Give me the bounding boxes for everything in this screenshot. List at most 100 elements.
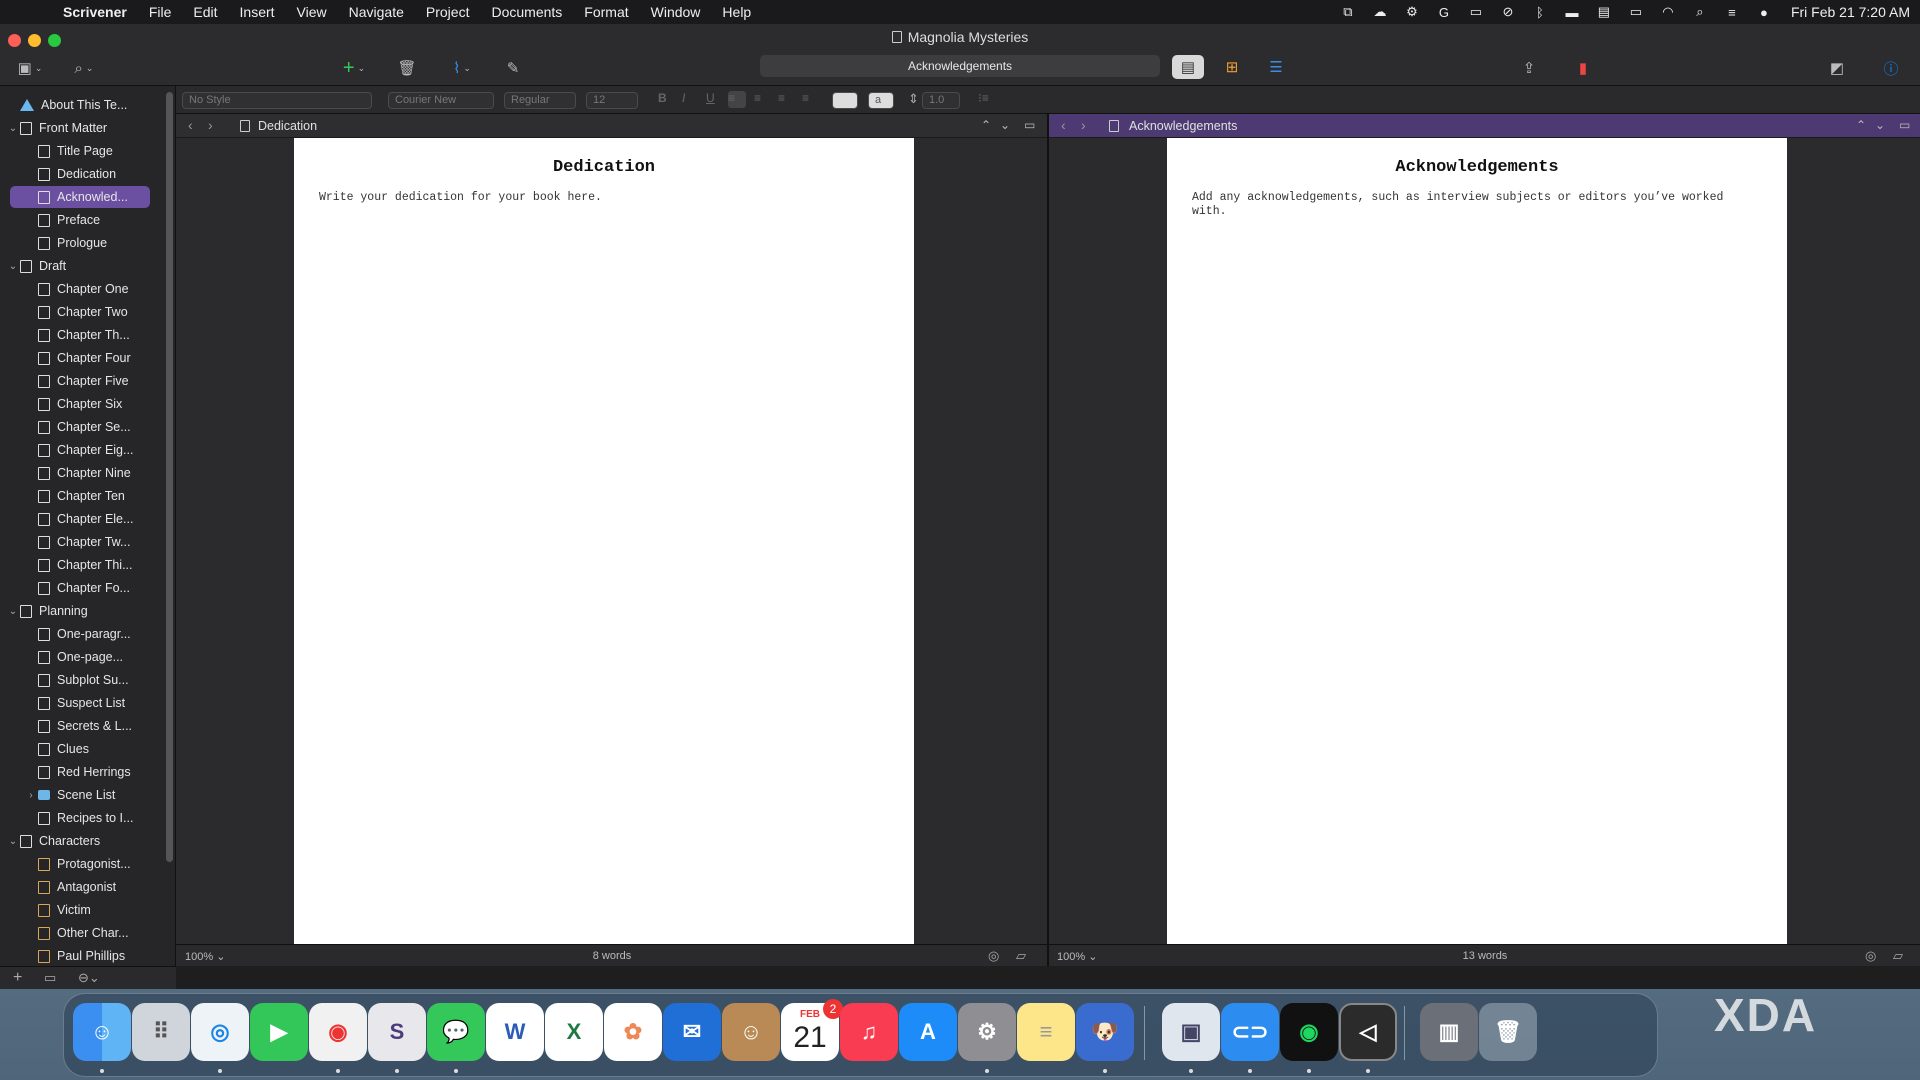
notes-icon[interactable]: ▱ [1016,948,1026,964]
binder-item[interactable]: Chapter Eig... [0,439,168,461]
add-item-icon[interactable]: + [13,969,22,987]
preview-icon[interactable]: ▣ [1162,1003,1220,1061]
binder-scrollbar[interactable] [166,92,173,862]
binder-item[interactable]: Chapter Nine [0,462,168,484]
grammarly-icon[interactable]: G [1435,5,1453,20]
binder-item[interactable]: Preface [0,209,168,231]
italic-button[interactable]: I [682,91,685,105]
highlight-color-well[interactable]: a [868,92,894,109]
binder-item[interactable]: Chapter Fo... [0,577,168,599]
menu-navigate[interactable]: Navigate [338,4,415,20]
left-page[interactable]: Dedication Write your dedication for you… [294,138,914,944]
binder-item[interactable]: Chapter Two [0,301,168,323]
font-family-select[interactable]: Courier New [388,92,494,109]
contacts-icon[interactable]: ☺ [722,1003,780,1061]
binder-item[interactable]: Title Page [0,140,168,162]
next-doc-icon[interactable]: ⌄ [1000,118,1010,132]
quick-search-field[interactable]: Acknowledgements [760,55,1160,77]
split-toggle-icon[interactable]: ▭ [1024,118,1035,132]
car-icon[interactable]: ▬ [1563,5,1581,20]
text-color-well[interactable] [832,92,858,109]
app-store-icon[interactable]: A [899,1003,957,1061]
launchpad-icon[interactable]: ⠿ [132,1003,190,1061]
photos-icon[interactable]: ✿ [604,1003,662,1061]
battery-icon[interactable]: ▭ [1627,4,1645,19]
binder-item[interactable]: Red Herrings [0,761,168,783]
gear-menu-icon[interactable]: ⚙ [1403,4,1421,19]
wifi-icon[interactable]: ◠ [1659,4,1677,19]
align-center-button[interactable]: ≡ [754,91,761,105]
attachment-button[interactable]: ⌇ ⌄ [444,56,480,80]
trash-button[interactable]: 🗑 [396,56,418,80]
align-right-button[interactable]: ≡ [778,91,785,105]
justify-button[interactable]: ≡ [802,91,809,105]
menu-help[interactable]: Help [711,4,762,20]
binder-item[interactable]: Victim [0,899,168,921]
binder-item[interactable]: ⌄ Planning [0,600,168,622]
menu-app-name[interactable]: Scrivener [52,4,138,20]
menu-file[interactable]: File [138,4,183,20]
binder-item[interactable]: About This Te... [0,94,168,116]
cloud-icon[interactable]: ☁ [1371,4,1389,19]
binder-item[interactable]: Other Char... [0,922,168,944]
word-icon[interactable]: W [486,1003,544,1061]
menu-format[interactable]: Format [573,4,639,20]
archive-icon[interactable]: ▥ [1420,1003,1478,1061]
binder-toggle-button[interactable]: ▣ ⌄ [12,56,48,80]
menu-edit[interactable]: Edit [182,4,228,20]
binder-item[interactable]: Chapter Se... [0,416,168,438]
right-zoom-select[interactable]: 100% ⌄ [1057,950,1097,963]
view-corkboard-button[interactable]: ⊞ [1216,55,1248,79]
finder-icon[interactable]: ☺ [73,1003,131,1061]
bluetooth-icon[interactable]: ᛒ [1531,5,1549,20]
binder-item[interactable]: ⌄ Characters [0,830,168,852]
binder-item[interactable]: Chapter Ele... [0,508,168,530]
binder-item[interactable]: Subplot Su... [0,669,168,691]
binder-item[interactable]: Chapter Five [0,370,168,392]
screen-record-icon[interactable]: ⧉ [1339,4,1357,19]
binder-item[interactable]: Prologue [0,232,168,254]
binder-item[interactable]: Chapter Four [0,347,168,369]
add-button[interactable]: + ⌄ [336,56,372,80]
add-folder-icon[interactable]: ▭ [44,970,56,986]
font-weight-select[interactable]: Regular [504,92,576,109]
siri-icon[interactable]: ● [1755,5,1773,20]
capsule-app-icon[interactable]: ⊂⊃ [1221,1003,1279,1061]
search-icon[interactable]: ⌕ [1691,4,1709,19]
spotify-icon[interactable]: ◉ [1280,1003,1338,1061]
right-editor-title[interactable]: Acknowledgements [1129,119,1237,133]
menu-view[interactable]: View [286,4,338,20]
binder-item[interactable]: › Scene List [0,784,168,806]
binder-item[interactable]: ⌄ Draft [0,255,168,277]
inspector-button[interactable]: ⓘ [1880,56,1902,80]
font-size-select[interactable]: 12 [586,92,638,109]
menu-project[interactable]: Project [415,4,481,20]
disclosure-open-icon[interactable]: ⌄ [6,606,20,617]
list-button[interactable]: ⁝≡ [978,91,989,105]
binder-item[interactable]: Antagonist [0,876,168,898]
menu-clock[interactable]: Fri Feb 21 7:20 AM [1791,4,1910,20]
vpn-icon[interactable]: ⊘ [1499,4,1517,19]
card-icon[interactable]: ▤ [1595,4,1613,19]
view-outline-button[interactable]: ☰ [1260,55,1292,79]
target-icon[interactable]: ◎ [988,948,999,964]
bold-button[interactable]: B [658,91,667,105]
composition-mode-button[interactable]: ◩ [1826,56,1848,80]
remote-desktop-icon[interactable]: ◁ [1339,1003,1397,1061]
disclosure-open-icon[interactable]: ⌄ [6,261,20,272]
menu-documents[interactable]: Documents [480,4,573,20]
binder-item[interactable]: Chapter Tw... [0,531,168,553]
thunderbird-icon[interactable]: ✉ [663,1003,721,1061]
split-toggle-icon[interactable]: ▭ [1899,118,1910,132]
target-icon[interactable]: ◎ [1865,948,1876,964]
settings-menu-icon[interactable]: ⊖⌄ [78,970,100,986]
dog-app-icon[interactable]: 🐶 [1076,1003,1134,1061]
binder-item[interactable]: One-paragr... [0,623,168,645]
trash-icon[interactable]: 🗑 [1479,1003,1537,1061]
music-icon[interactable]: ♫ [840,1003,898,1061]
binder-item[interactable]: One-page... [0,646,168,668]
binder-item[interactable]: Dedication [0,163,168,185]
back-arrow-icon[interactable]: ‹ [188,117,193,133]
binder-item[interactable]: Clues [0,738,168,760]
control-center-icon[interactable]: ≡ [1723,5,1741,20]
